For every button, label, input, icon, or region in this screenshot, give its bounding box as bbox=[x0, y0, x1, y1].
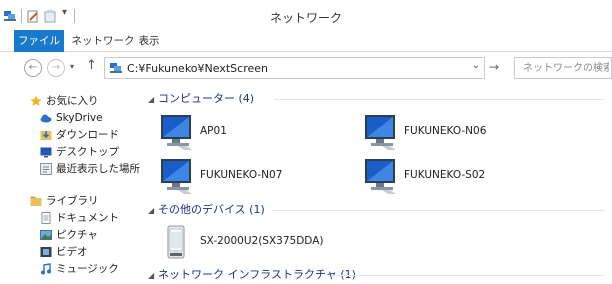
address-path: C:¥Fukuneko¥NextScreen bbox=[127, 62, 268, 75]
ribbon: ファイル ネットワーク 表示 bbox=[0, 30, 612, 52]
tab-view[interactable]: 表示 bbox=[134, 30, 164, 52]
picture-icon bbox=[40, 230, 52, 240]
network-location-icon bbox=[110, 63, 122, 73]
group-heading-network-infrastructure[interactable]: ◢ ネットワーク インフラストラクチャ (1) bbox=[148, 266, 356, 284]
address-bar[interactable]: C:¥Fukuneko¥NextScreen ⌄ bbox=[104, 57, 485, 79]
search-box[interactable] bbox=[514, 57, 612, 79]
device-label: AP01 bbox=[200, 125, 227, 137]
nav-item-label: SkyDrive bbox=[56, 112, 103, 124]
recent-locations-chevron-icon[interactable]: ▾ bbox=[70, 62, 74, 71]
address-dropdown-icon[interactable]: ⌄ bbox=[472, 60, 480, 71]
download-icon bbox=[40, 131, 52, 140]
forward-button[interactable]: → bbox=[47, 59, 65, 77]
nav-item-label: ミュージック bbox=[56, 263, 119, 275]
nav-item-label: 最近表示した場所 bbox=[56, 163, 140, 175]
computer-icon bbox=[365, 159, 396, 194]
group-title: ネットワーク インフラストラクチャ (1) bbox=[158, 268, 356, 281]
music-icon bbox=[41, 263, 51, 275]
group-divider bbox=[274, 99, 604, 100]
device-label: FUKUNEKO-N06 bbox=[404, 125, 487, 137]
device-label: FUKUNEKO-S02 bbox=[404, 169, 486, 181]
nav-item-label: ライブラリ bbox=[46, 195, 99, 207]
collapse-triangle-icon[interactable]: ◢ bbox=[148, 267, 158, 284]
nav-item-label: デスクトップ bbox=[56, 146, 119, 158]
computer-icon bbox=[365, 115, 396, 150]
group-title: コンピューター (4) bbox=[158, 92, 255, 105]
nav-item-label: お気に入り bbox=[46, 95, 99, 107]
desktop-icon bbox=[40, 147, 52, 158]
navigation-pane: お気に入り SkyDrive ダウンロード デスクトップ 最近表示した場所 ライ… bbox=[0, 84, 142, 284]
device-label: SX-2000U2(SX375DDA) bbox=[200, 235, 324, 247]
group-heading-other-devices[interactable]: ◢ その他のデバイス (1) bbox=[148, 201, 265, 219]
recent-places-icon bbox=[40, 163, 52, 175]
search-input[interactable] bbox=[515, 58, 609, 78]
star-icon bbox=[30, 95, 42, 106]
title-bar: ▾ ネットワーク bbox=[0, 0, 612, 30]
document-icon bbox=[41, 212, 51, 224]
device-item[interactable]: SX-2000U2(SX375DDA) bbox=[158, 222, 418, 262]
video-icon bbox=[40, 247, 52, 257]
device-item[interactable]: FUKUNEKO-S02 bbox=[362, 156, 562, 196]
device-item[interactable]: FUKUNEKO-N06 bbox=[362, 112, 562, 152]
collapse-triangle-icon[interactable]: ◢ bbox=[148, 202, 158, 220]
cloud-icon bbox=[40, 114, 52, 123]
device-item[interactable]: AP01 bbox=[158, 112, 338, 152]
collapse-triangle-icon[interactable]: ◢ bbox=[148, 91, 158, 109]
computer-icon bbox=[161, 159, 192, 194]
window-title: ネットワーク bbox=[269, 11, 342, 25]
address-row: ← → ▾ ↑ C:¥Fukuneko¥NextScreen ⌄ → bbox=[0, 52, 612, 84]
content-pane: ◢ コンピューター (4) AP01 FUKUNEKO-N06 FUKUNEKO-… bbox=[142, 84, 612, 284]
tab-network[interactable]: ネットワーク bbox=[70, 30, 136, 52]
nav-item-label: ビデオ bbox=[56, 246, 88, 258]
computer-icon bbox=[161, 115, 192, 150]
nav-item-label: ダウンロード bbox=[56, 129, 119, 141]
library-icon bbox=[30, 196, 42, 206]
up-button[interactable]: ↑ bbox=[86, 58, 97, 73]
group-divider bbox=[332, 275, 604, 276]
device-label: FUKUNEKO-N07 bbox=[200, 169, 283, 181]
group-heading-computers[interactable]: ◢ コンピューター (4) bbox=[148, 90, 254, 108]
device-item[interactable]: FUKUNEKO-N07 bbox=[158, 156, 338, 196]
back-button[interactable]: ← bbox=[24, 59, 42, 77]
go-arrow-button[interactable]: → bbox=[489, 60, 499, 74]
nav-item-label: ドキュメント bbox=[56, 212, 119, 224]
group-title: その他のデバイス (1) bbox=[158, 203, 265, 216]
group-divider bbox=[272, 210, 604, 211]
network-storage-device-icon bbox=[167, 225, 185, 259]
tab-file[interactable]: ファイル bbox=[14, 30, 64, 52]
nav-item-label: ピクチャ bbox=[56, 229, 98, 241]
